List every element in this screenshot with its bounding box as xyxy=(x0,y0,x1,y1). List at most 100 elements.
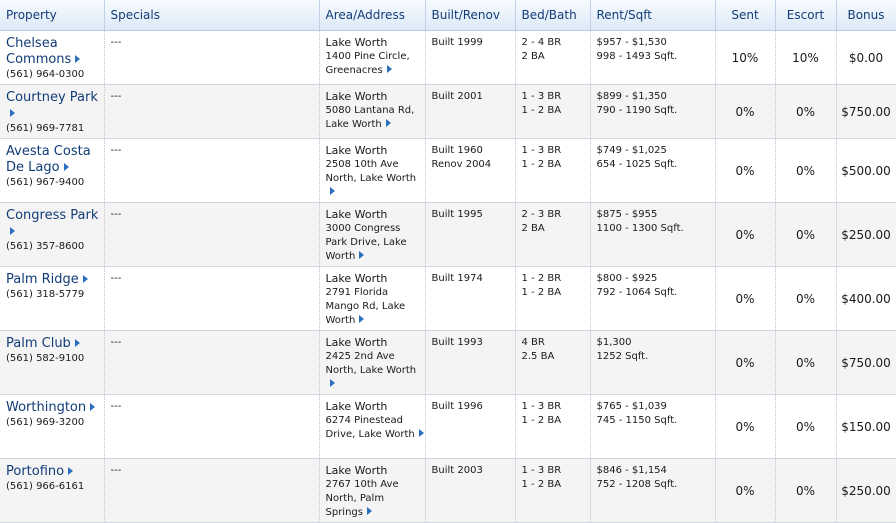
property-cell: Palm Club (561) 582-9100 xyxy=(0,330,105,395)
area-address-cell: Lake Worth 1400 Pine Circle, Greenacres xyxy=(319,30,426,85)
property-name[interactable]: Portofino xyxy=(6,464,64,479)
bonus-cell: $750.00 xyxy=(836,84,896,139)
rent-range: $749 - $1,025 xyxy=(596,145,667,156)
col-built-renov[interactable]: Built/Renov xyxy=(425,0,516,31)
property-link[interactable]: Worthington xyxy=(6,400,96,415)
rent-sqft-cell: $875 - $955 1100 - 1300 Sqft. xyxy=(590,202,716,267)
built-renov-cell: Built 1999 xyxy=(425,30,516,85)
property-phone: (561) 969-7781 xyxy=(6,123,85,134)
property-phone: (561) 966-6161 xyxy=(6,481,85,492)
property-link[interactable]: Palm Club xyxy=(6,336,80,351)
area-name: Lake Worth xyxy=(325,144,388,157)
property-link[interactable]: Palm Ridge xyxy=(6,272,88,287)
address-text[interactable]: 2508 10th Ave North, Lake Worth xyxy=(326,159,417,184)
property-link[interactable]: Avesta Costa De Lago xyxy=(6,144,91,175)
property-link[interactable]: Chelsea Commons xyxy=(6,36,81,67)
address-link[interactable]: 2508 10th Ave North, Lake Worth xyxy=(326,158,425,200)
arrow-right-icon[interactable] xyxy=(82,275,88,283)
bed-bath-cell: 1 - 2 BR 1 - 2 BA xyxy=(515,266,591,331)
area-address-cell: Lake Worth 6274 Pinestead Drive, Lake Wor… xyxy=(319,394,426,459)
bedrooms: 1 - 3 BR xyxy=(521,91,562,102)
sent-cell: 0% xyxy=(715,458,776,523)
table-row: Palm Ridge (561) 318-5779 --- Lake Worth 279… xyxy=(0,266,896,331)
area-name: Lake Worth xyxy=(325,400,388,413)
arrow-right-icon[interactable] xyxy=(75,55,81,63)
specials-cell: --- xyxy=(104,458,320,523)
arrow-right-icon[interactable] xyxy=(63,163,69,171)
address-link[interactable]: 2791 Florida Mango Rd, Lake Worth xyxy=(326,286,425,328)
area-address-cell: Lake Worth 2508 10th Ave North, Lake Wort… xyxy=(319,138,426,203)
property-name[interactable]: Chelsea Commons xyxy=(6,36,71,67)
col-escort[interactable]: Escort xyxy=(775,0,837,31)
address-text[interactable]: 3000 Congress Park Drive, Lake Worth xyxy=(326,223,407,262)
address-link[interactable]: 3000 Congress Park Drive, Lake Worth xyxy=(326,222,425,264)
arrow-right-icon[interactable] xyxy=(74,339,80,347)
col-property[interactable]: Property xyxy=(0,0,105,31)
table-row: Congress Park (561) 357-8600 --- Lake Worth… xyxy=(0,202,896,267)
arrow-right-icon[interactable] xyxy=(329,379,335,387)
arrow-right-icon[interactable] xyxy=(359,315,365,323)
col-area-address[interactable]: Area/Address xyxy=(319,0,426,31)
arrow-right-icon[interactable] xyxy=(418,429,424,437)
specials-cell: --- xyxy=(104,84,320,139)
address-link[interactable]: 2767 10th Ave North, Palm Springs xyxy=(326,478,425,520)
sqft-range: 1252 Sqft. xyxy=(596,351,649,362)
rent-range: $899 - $1,350 xyxy=(596,91,667,102)
table-row: Chelsea Commons (561) 964-0300 --- Lake Wor… xyxy=(0,30,896,85)
built-renov-cell: Built 1993 xyxy=(425,330,516,395)
arrow-right-icon[interactable] xyxy=(68,467,74,475)
address-link[interactable]: 6274 Pinestead Drive, Lake Worth xyxy=(326,414,425,442)
address-text[interactable]: 2791 Florida Mango Rd, Lake Worth xyxy=(326,287,406,326)
arrow-right-icon[interactable] xyxy=(10,109,15,117)
arrow-right-icon[interactable] xyxy=(329,187,335,195)
property-name[interactable]: Palm Club xyxy=(6,336,71,351)
bathrooms: 2 BA xyxy=(521,223,545,234)
property-name[interactable]: Courtney Park xyxy=(6,90,98,105)
address-text[interactable]: 1400 Pine Circle, Greenacres xyxy=(326,51,410,76)
col-bonus[interactable]: Bonus xyxy=(836,0,896,31)
address-text[interactable]: 2425 2nd Ave North, Lake Worth xyxy=(326,351,417,376)
col-rent-sqft[interactable]: Rent/Sqft xyxy=(590,0,716,31)
address-text[interactable]: 6274 Pinestead Drive, Lake Worth xyxy=(326,415,415,440)
property-cell: Worthington (561) 969-3200 xyxy=(0,394,105,459)
rent-sqft-cell: $765 - $1,039 745 - 1150 Sqft. xyxy=(590,394,716,459)
property-name[interactable]: Palm Ridge xyxy=(6,272,79,287)
address-link[interactable]: 5080 Lantana Rd, Lake Worth xyxy=(326,104,425,132)
escort-cell: 0% xyxy=(775,394,837,459)
arrow-right-icon[interactable] xyxy=(359,251,365,259)
arrow-right-icon[interactable] xyxy=(10,227,15,235)
property-link[interactable]: Portofino xyxy=(6,464,74,479)
rent-range: $800 - $925 xyxy=(596,273,658,284)
address-text[interactable]: 2767 10th Ave North, Palm Springs xyxy=(326,479,399,518)
header-row: Property Specials Area/Address Built/Ren… xyxy=(0,0,896,31)
col-specials[interactable]: Specials xyxy=(104,0,320,31)
property-link[interactable]: Congress Park xyxy=(6,208,98,239)
bedrooms: 1 - 3 BR xyxy=(521,401,562,412)
sqft-range: 998 - 1493 Sqft. xyxy=(596,51,678,62)
arrow-right-icon[interactable] xyxy=(90,403,96,411)
sent-cell: 0% xyxy=(715,84,776,139)
specials-cell: --- xyxy=(104,138,320,203)
bed-bath-cell: 1 - 3 BR 1 - 2 BA xyxy=(515,138,591,203)
built-renov-line: Built 1999 xyxy=(431,37,483,48)
property-name[interactable]: Worthington xyxy=(6,400,86,415)
col-sent[interactable]: Sent xyxy=(715,0,776,31)
sent-cell: 0% xyxy=(715,202,776,267)
specials-cell: --- xyxy=(104,266,320,331)
property-link[interactable]: Courtney Park xyxy=(6,90,98,121)
escort-cell: 0% xyxy=(775,266,837,331)
arrow-right-icon[interactable] xyxy=(386,65,392,73)
bathrooms: 1 - 2 BA xyxy=(521,415,562,426)
property-name[interactable]: Congress Park xyxy=(6,208,98,223)
property-cell: Courtney Park (561) 969-7781 xyxy=(0,84,105,139)
address-link[interactable]: 1400 Pine Circle, Greenacres xyxy=(326,50,425,78)
table-row: Avesta Costa De Lago (561) 967-9400 --- Lak… xyxy=(0,138,896,203)
col-bed-bath[interactable]: Bed/Bath xyxy=(515,0,591,31)
built-renov-line: Built 1974 xyxy=(431,273,483,284)
rent-sqft-cell: $1,300 1252 Sqft. xyxy=(590,330,716,395)
arrow-right-icon[interactable] xyxy=(366,507,372,515)
address-link[interactable]: 2425 2nd Ave North, Lake Worth xyxy=(326,350,425,392)
arrow-right-icon[interactable] xyxy=(385,119,391,127)
address-text[interactable]: 5080 Lantana Rd, Lake Worth xyxy=(326,105,415,130)
property-name[interactable]: Avesta Costa De Lago xyxy=(6,144,91,175)
